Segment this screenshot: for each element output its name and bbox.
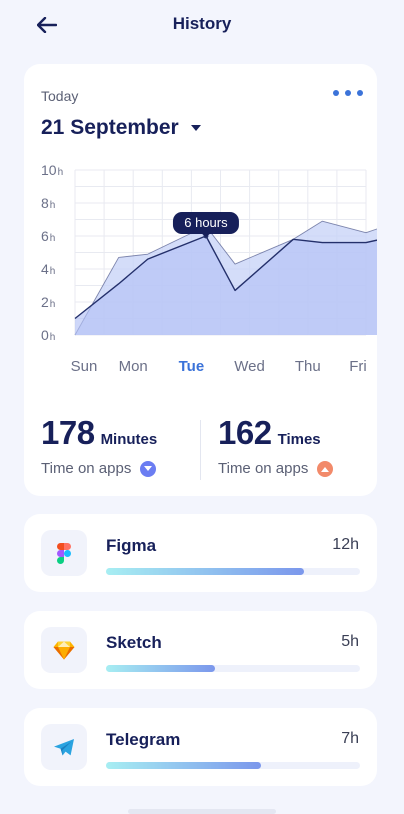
minutes-unit: Minutes bbox=[100, 431, 158, 448]
chevron-up-icon bbox=[317, 460, 334, 477]
more-dots-icon bbox=[333, 90, 339, 96]
app-hours: 12h bbox=[332, 536, 359, 553]
times-value: 162 bbox=[218, 414, 272, 451]
series-area bbox=[75, 236, 377, 335]
app-hours: 5h bbox=[341, 633, 359, 650]
sketch-icon bbox=[53, 641, 75, 659]
page-title: History bbox=[172, 14, 232, 33]
y-tick-label: 4h bbox=[41, 261, 55, 277]
minutes-stat: 178 Minutes Time on apps bbox=[41, 414, 158, 477]
x-tick-label: Sun bbox=[71, 358, 98, 375]
x-tick-label: Fri bbox=[349, 358, 367, 375]
usage-chart: 6 hours 10h 8h 6h 4h 2h 0h Sun Mon Tue Wed Thu Fri bbox=[41, 162, 377, 375]
app-name: Sketch bbox=[106, 633, 162, 652]
times-unit: Times bbox=[277, 431, 321, 448]
tooltip-label: 6 hours bbox=[184, 215, 228, 230]
usage-bar-track bbox=[106, 568, 360, 575]
x-tick-label: Mon bbox=[119, 358, 148, 375]
y-tick-label: 2h bbox=[41, 294, 55, 310]
app-name: Figma bbox=[106, 536, 157, 555]
stats-row: 178 Minutes Time on apps 162 Times Time on… bbox=[24, 414, 377, 484]
times-stat: 162 Times Time on apps bbox=[218, 414, 334, 477]
app-hours: 7h bbox=[341, 730, 359, 747]
app-row-figma[interactable]: Figma 12h bbox=[24, 514, 377, 592]
app-name: Telegram bbox=[106, 730, 181, 749]
app-row-sketch[interactable]: Sketch 5h bbox=[24, 611, 377, 689]
usage-bar-track bbox=[106, 665, 360, 672]
minutes-value: 178 bbox=[41, 414, 95, 451]
usage-summary-card: Today 21 September 6 hours 10h 8h 6h 4h 2h 0h… bbox=[24, 64, 377, 496]
period-label: Today bbox=[41, 88, 79, 104]
more-options-button[interactable] bbox=[333, 86, 363, 100]
app-row-telegram[interactable]: Telegram 7h bbox=[24, 708, 377, 786]
y-tick-label: 0h bbox=[41, 327, 55, 343]
usage-bar-fill bbox=[106, 568, 305, 575]
x-tick-label: Wed bbox=[234, 358, 265, 375]
minutes-label: Time on apps bbox=[41, 460, 132, 477]
stats-divider bbox=[200, 420, 201, 480]
home-indicator bbox=[128, 809, 276, 814]
figma-icon bbox=[57, 542, 71, 564]
top-bar: History bbox=[0, 0, 404, 50]
usage-bar-track bbox=[106, 762, 360, 769]
times-label: Time on apps bbox=[218, 460, 309, 477]
x-tick-label: Thu bbox=[295, 358, 321, 375]
caret-down-icon bbox=[190, 125, 201, 131]
usage-bar-fill bbox=[106, 762, 261, 769]
y-tick-label: 8h bbox=[41, 195, 55, 211]
telegram-icon bbox=[54, 738, 74, 755]
usage-bar-fill bbox=[106, 665, 216, 672]
selected-date: 21 September bbox=[41, 116, 179, 139]
x-tick-label: Tue bbox=[179, 358, 205, 375]
y-tick-label: 6h bbox=[41, 228, 55, 244]
date-selector[interactable]: 21 September bbox=[41, 116, 201, 140]
chevron-down-icon bbox=[140, 460, 157, 477]
y-tick-label: 10h bbox=[41, 162, 63, 178]
